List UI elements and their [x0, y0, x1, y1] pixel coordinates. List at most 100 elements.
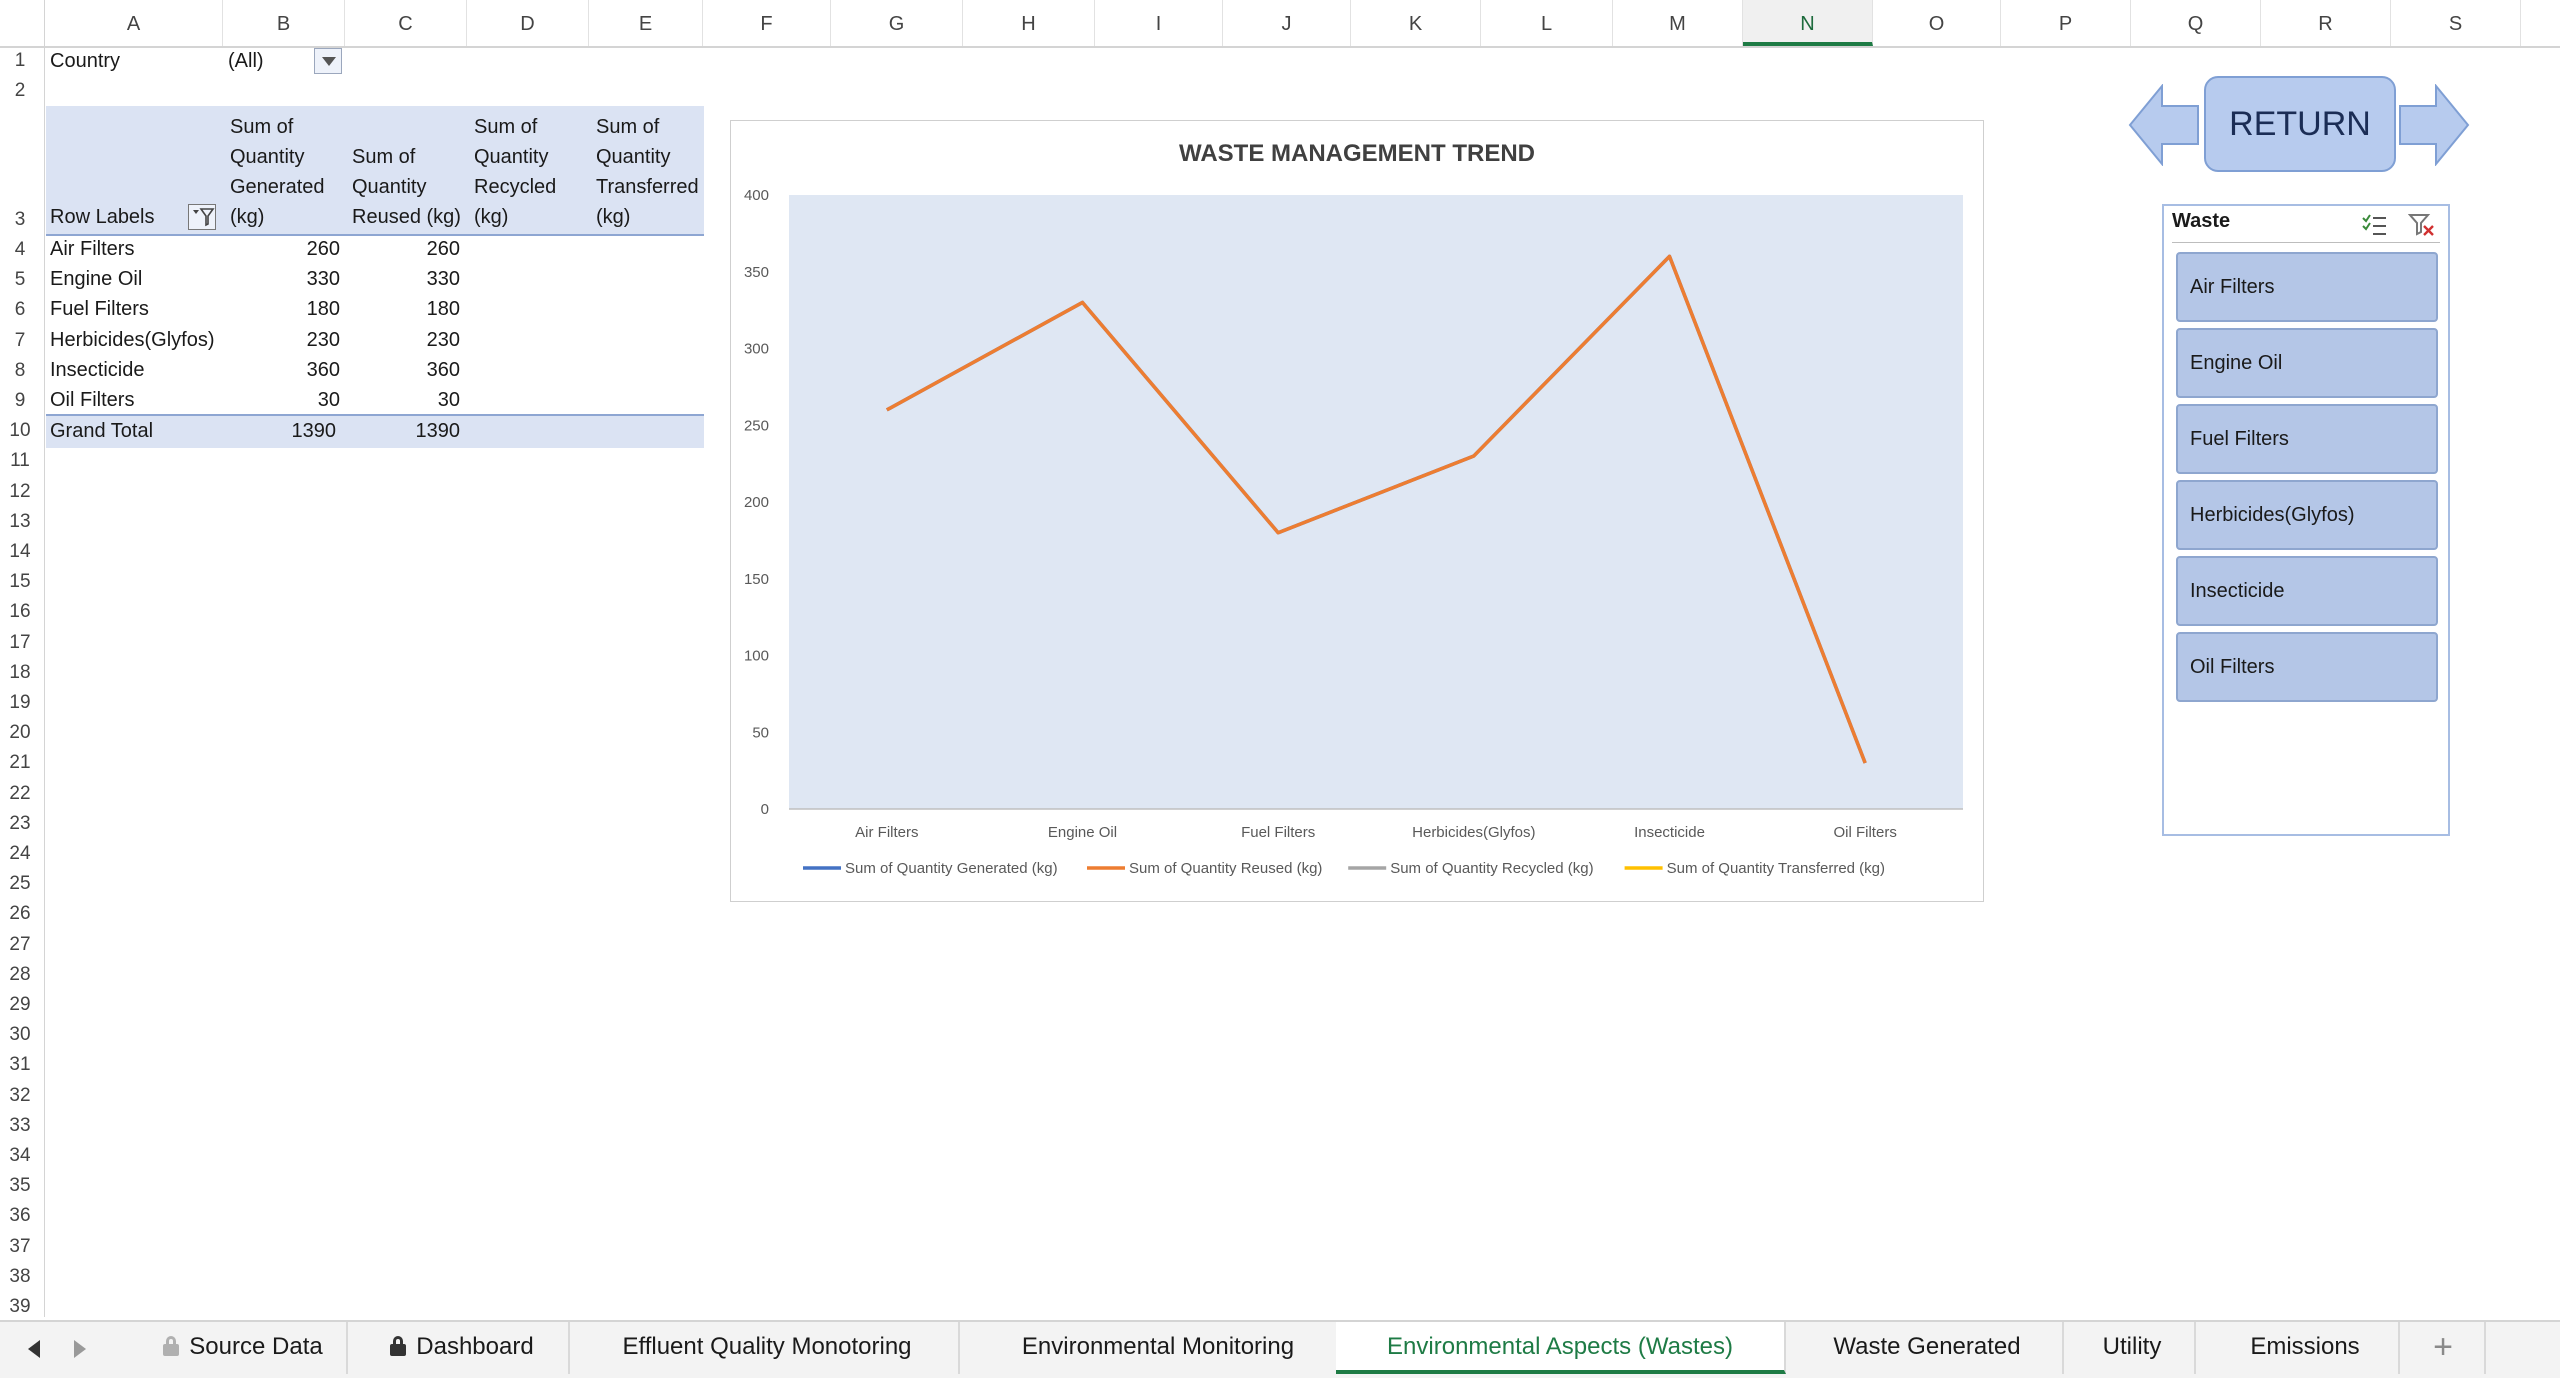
pivot-cell-generated[interactable]: 180 — [226, 298, 340, 321]
column-header-k[interactable]: K — [1351, 0, 1481, 46]
row-header-23[interactable]: 23 — [0, 813, 40, 835]
pivot-row-label[interactable]: Engine Oil — [50, 268, 142, 291]
row-header-4[interactable]: 4 — [0, 239, 40, 261]
row-header-34[interactable]: 34 — [0, 1145, 40, 1167]
slicer-item[interactable]: Fuel Filters — [2176, 404, 2438, 474]
sheet-tab-source-data[interactable]: Source Data — [140, 1322, 348, 1374]
row-header-12[interactable]: 12 — [0, 481, 40, 503]
pivot-row-label[interactable]: Fuel Filters — [50, 298, 149, 321]
row-header-29[interactable]: 29 — [0, 994, 40, 1016]
arrow-left-icon[interactable] — [2128, 84, 2200, 166]
slicer-item[interactable]: Air Filters — [2176, 252, 2438, 322]
column-header-b[interactable]: B — [223, 0, 345, 46]
sheet-tab-environmental-aspects-wastes[interactable]: Environmental Aspects (Wastes) — [1336, 1322, 1786, 1374]
row-header-2[interactable]: 2 — [0, 80, 40, 102]
return-button[interactable]: RETURN — [2204, 76, 2396, 172]
row-header-27[interactable]: 27 — [0, 934, 40, 956]
sheet-tab-utility[interactable]: Utility — [2070, 1322, 2196, 1374]
row-header-33[interactable]: 33 — [0, 1115, 40, 1137]
column-header-d[interactable]: D — [467, 0, 589, 46]
triangle-left-icon[interactable] — [24, 1338, 44, 1360]
row-header-13[interactable]: 13 — [0, 511, 40, 533]
pivot-cell-reused[interactable]: 260 — [346, 238, 460, 261]
select-all-corner[interactable] — [0, 0, 45, 46]
waste-trend-chart[interactable]: WASTE MANAGEMENT TREND 0 50 100 150 200 250 300… — [730, 120, 1984, 902]
pivot-row-label[interactable]: Insecticide — [50, 359, 145, 382]
column-header-a[interactable]: A — [45, 0, 223, 46]
row-header-31[interactable]: 31 — [0, 1054, 40, 1076]
row-header-7[interactable]: 7 — [0, 330, 40, 352]
pivot-cell-generated[interactable]: 330 — [226, 268, 340, 291]
row-header-11[interactable]: 11 — [0, 450, 40, 472]
slicer-item[interactable]: Engine Oil — [2176, 328, 2438, 398]
row-header-5[interactable]: 5 — [0, 269, 40, 291]
row-header-18[interactable]: 18 — [0, 662, 40, 684]
row-header-9[interactable]: 9 — [0, 390, 40, 412]
column-header-s[interactable]: S — [2391, 0, 2521, 46]
row-header-17[interactable]: 17 — [0, 632, 40, 654]
pivot-cell-reused[interactable]: 230 — [346, 329, 460, 352]
row-header-35[interactable]: 35 — [0, 1175, 40, 1197]
row-header-20[interactable]: 20 — [0, 722, 40, 744]
row-header-8[interactable]: 8 — [0, 360, 40, 382]
row-header-28[interactable]: 28 — [0, 964, 40, 986]
row-header-21[interactable]: 21 — [0, 752, 40, 774]
sheet-tab-emissions[interactable]: Emissions — [2212, 1322, 2400, 1374]
sheet-tab-environmental-monitoring[interactable]: Environmental Monitoring — [968, 1322, 1350, 1374]
row-header-37[interactable]: 37 — [0, 1236, 40, 1258]
sheet-tab-effluent-quality-monotoring[interactable]: Effluent Quality Monotoring — [576, 1322, 960, 1374]
slicer-item[interactable]: Insecticide — [2176, 556, 2438, 626]
column-header-p[interactable]: P — [2001, 0, 2131, 46]
column-header-e[interactable]: E — [589, 0, 703, 46]
pivot-cell-generated[interactable]: 360 — [226, 359, 340, 382]
column-header-m[interactable]: M — [1613, 0, 1743, 46]
row-header-22[interactable]: 22 — [0, 783, 40, 805]
clear-filter-icon[interactable] — [2408, 212, 2436, 238]
row-header-25[interactable]: 25 — [0, 873, 40, 895]
column-header-n[interactable]: N — [1743, 0, 1873, 46]
slicer-item[interactable]: Oil Filters — [2176, 632, 2438, 702]
sheet-tab-dashboard[interactable]: Dashboard — [356, 1322, 570, 1374]
pivot-cell-reused[interactable]: 30 — [346, 389, 460, 412]
column-header-q[interactable]: Q — [2131, 0, 2261, 46]
pivot-row-label[interactable]: Oil Filters — [50, 389, 134, 412]
row-header-30[interactable]: 30 — [0, 1024, 40, 1046]
pivot-cell-generated[interactable]: 230 — [226, 329, 340, 352]
column-header-l[interactable]: L — [1481, 0, 1613, 46]
row-labels-filter-button[interactable] — [188, 204, 216, 230]
row-header-19[interactable]: 19 — [0, 692, 40, 714]
row-header-1[interactable]: 1 — [0, 50, 40, 72]
row-header-36[interactable]: 36 — [0, 1205, 40, 1227]
row-header-15[interactable]: 15 — [0, 571, 40, 593]
pivot-row-label[interactable]: Herbicides(Glyfos) — [50, 329, 214, 352]
pivot-cell-generated[interactable]: 260 — [226, 238, 340, 261]
row-header-32[interactable]: 32 — [0, 1085, 40, 1107]
add-sheet-button[interactable]: + — [2402, 1322, 2486, 1374]
pivot-cell-reused[interactable]: 180 — [346, 298, 460, 321]
pivot-row-label[interactable]: Air Filters — [50, 238, 134, 261]
arrow-right-icon[interactable] — [2398, 84, 2470, 166]
filter-dropdown-button[interactable] — [314, 48, 342, 74]
row-header-38[interactable]: 38 — [0, 1266, 40, 1288]
column-header-f[interactable]: F — [703, 0, 831, 46]
row-header-3[interactable]: 3 — [0, 209, 40, 231]
column-header-g[interactable]: G — [831, 0, 963, 46]
pivot-cell-generated[interactable]: 30 — [226, 389, 340, 412]
row-header-26[interactable]: 26 — [0, 903, 40, 925]
column-header-h[interactable]: H — [963, 0, 1095, 46]
row-header-6[interactable]: 6 — [0, 299, 40, 321]
column-header-o[interactable]: O — [1873, 0, 2001, 46]
column-header-c[interactable]: C — [345, 0, 467, 46]
pivot-cell-reused[interactable]: 360 — [346, 359, 460, 382]
pivot-cell-reused[interactable]: 330 — [346, 268, 460, 291]
row-header-16[interactable]: 16 — [0, 601, 40, 623]
column-header-r[interactable]: R — [2261, 0, 2391, 46]
row-header-14[interactable]: 14 — [0, 541, 40, 563]
sheet-tab-waste-generated[interactable]: Waste Generated — [1792, 1322, 2064, 1374]
slicer-item[interactable]: Herbicides(Glyfos) — [2176, 480, 2438, 550]
row-header-39[interactable]: 39 — [0, 1296, 40, 1318]
column-header-i[interactable]: I — [1095, 0, 1223, 46]
multiselect-icon[interactable] — [2360, 212, 2388, 238]
row-header-10[interactable]: 10 — [0, 420, 40, 442]
triangle-right-icon[interactable] — [70, 1338, 90, 1360]
